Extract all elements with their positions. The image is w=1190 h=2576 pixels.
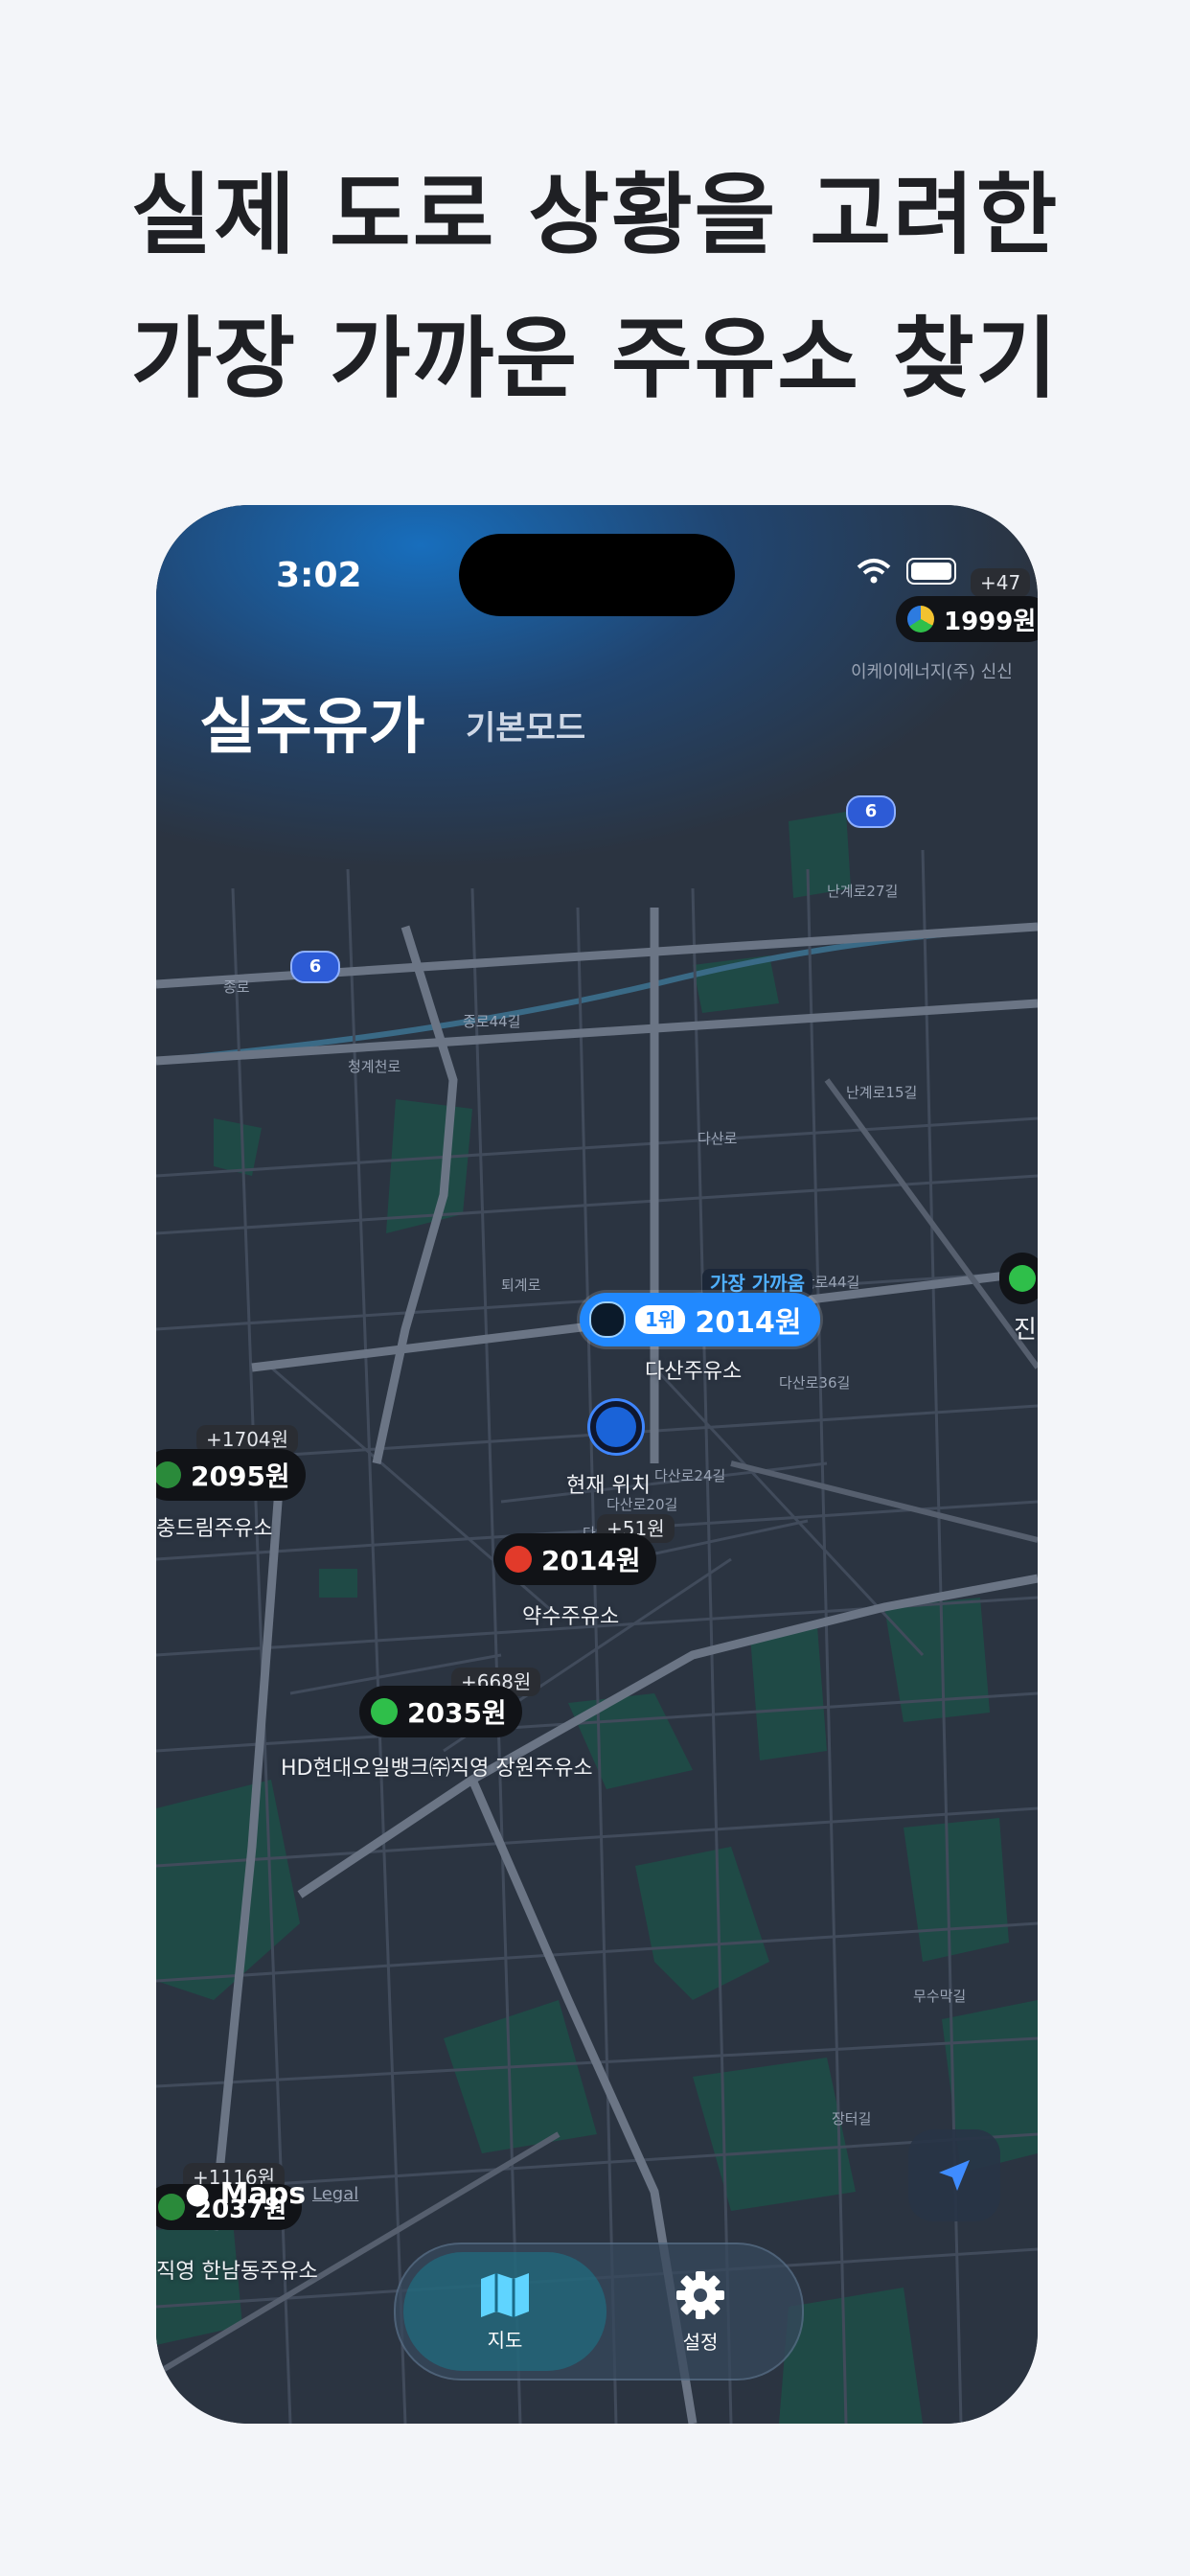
app-title: 실주유가 — [199, 692, 425, 763]
road-label: 난계로15길 — [846, 1084, 918, 1101]
headline-line-1: 실제 도로 상황을 고려한 — [130, 164, 1060, 266]
legal-link[interactable]: Legal — [312, 2184, 358, 2204]
gear-icon — [676, 2270, 724, 2319]
road-label: 난계로27길 — [827, 883, 899, 900]
tab-settings[interactable]: 설정 — [599, 2252, 802, 2371]
station-name: 직영 한남동주유소 — [156, 2260, 318, 2284]
station-logo-icon — [907, 606, 934, 632]
station-logo-icon — [1009, 1265, 1036, 1292]
station-price: 2095원 — [191, 1460, 290, 1492]
station-price: 2035원 — [407, 1697, 507, 1729]
tab-map[interactable]: 지도 — [403, 2252, 606, 2371]
status-icons — [857, 558, 956, 585]
station-marker[interactable]: 1999원 — [896, 596, 1038, 642]
station-logo-icon — [371, 1698, 398, 1725]
station-name: HD현대오일뱅크㈜직영 장원주유소 — [281, 1757, 593, 1781]
station-logo-icon — [158, 2194, 185, 2220]
station-name: 다산주유소 — [645, 1360, 743, 1384]
route-badge: 6 — [290, 951, 340, 983]
best-station-marker[interactable]: 1위 2014원 — [580, 1293, 821, 1346]
rank-badge: 1위 — [635, 1305, 686, 1334]
route-badge: 6 — [846, 795, 896, 828]
locate-button[interactable] — [908, 2129, 1000, 2221]
location-arrow-icon — [939, 2160, 970, 2191]
station-price: 2014원 — [541, 1545, 641, 1576]
station-logo-icon — [589, 1301, 626, 1338]
headline-line-2: 가장 가까운 주유소 찾기 — [130, 308, 1060, 410]
mode-toggle[interactable]: 기본모드 — [466, 702, 585, 748]
battery-icon — [906, 558, 956, 585]
apple-logo-icon: ● — [185, 2177, 211, 2211]
tab-bar: 지도 설정 — [394, 2242, 804, 2380]
station-logo-icon — [156, 1461, 181, 1488]
phone-screen: 종로 종로44길 청계천로 다산로 퇴계로 다산로24길 다산로20길 다산로1… — [156, 505, 1038, 2424]
station-marker[interactable]: 2014원 — [493, 1533, 656, 1585]
maps-attribution: ● Maps — [185, 2177, 306, 2211]
station-name: 진 — [1014, 1316, 1037, 1345]
station-price: 1999원 — [944, 607, 1037, 636]
maps-label: Maps — [219, 2177, 307, 2211]
road-label: 종로 — [223, 978, 250, 996]
price-delta: +47 — [971, 568, 1031, 597]
current-location-dot — [590, 1401, 642, 1453]
road-label: 종로44길 — [463, 1013, 521, 1030]
road-label: 이케이에너지(주) 신신 — [851, 662, 1013, 682]
wifi-icon — [857, 559, 891, 584]
tab-label: 설정 — [682, 2330, 719, 2354]
station-marker[interactable]: 2035원 — [359, 1686, 522, 1737]
station-price: 2014원 — [695, 1306, 802, 1340]
road-label: 다산로24길 — [654, 1467, 726, 1484]
dynamic-island — [459, 534, 735, 616]
current-location-label: 현재 위치 — [566, 1474, 651, 1498]
station-logo-icon — [505, 1546, 532, 1573]
station-marker[interactable] — [999, 1253, 1038, 1304]
road-label: 다산로 — [698, 1130, 738, 1147]
road-label: 다산로36길 — [779, 1374, 851, 1392]
station-name: 충드림주유소 — [156, 1517, 273, 1541]
status-time: 3:02 — [276, 556, 362, 595]
road-label: 장터길 — [832, 2110, 872, 2128]
map-icon — [481, 2272, 529, 2317]
road-label: 퇴계로 — [501, 1276, 541, 1294]
station-name: 약수주유소 — [522, 1605, 620, 1629]
road-label: 무수막길 — [913, 1988, 967, 2005]
headline: 실제 도로 상황을 고려한 가장 가까운 주유소 찾기 — [0, 144, 1190, 431]
station-marker[interactable]: 2095원 — [156, 1449, 306, 1501]
road-label: 청계천로 — [348, 1058, 401, 1075]
tab-label: 지도 — [487, 2328, 523, 2352]
